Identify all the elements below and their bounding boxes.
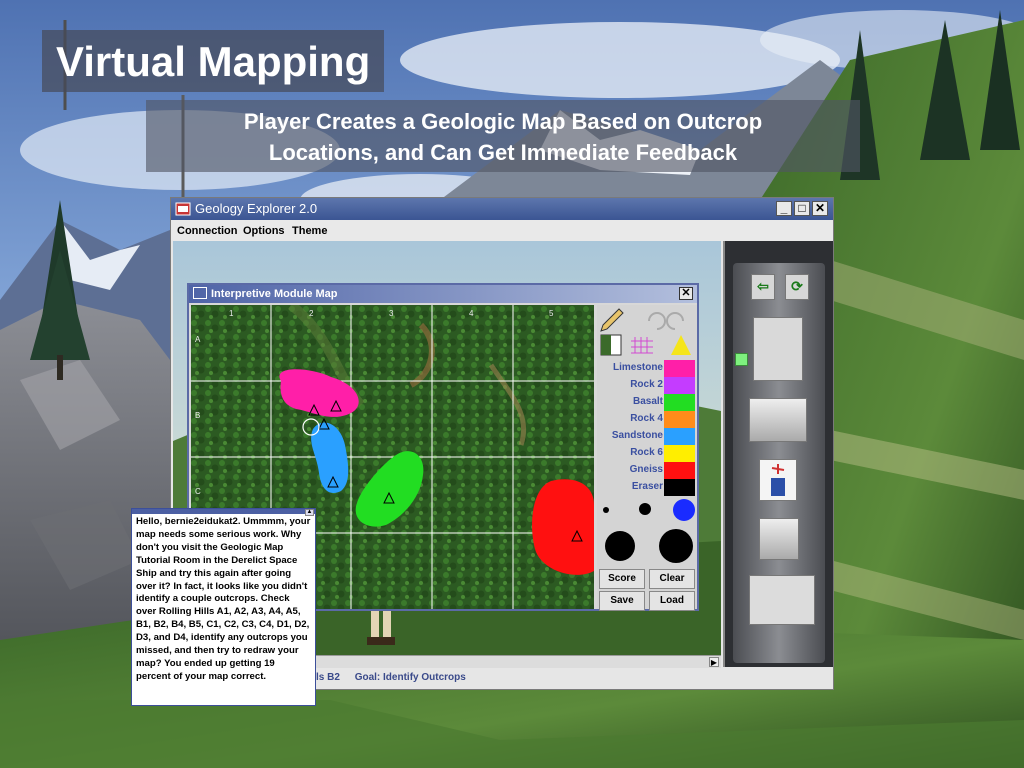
rock-palette: Limestone Rock 2 Basalt Rock 4 Sandstone Rock… xyxy=(597,305,697,611)
legend-label: Rock 6 xyxy=(630,447,663,458)
legend-swatch[interactable] xyxy=(664,360,695,377)
minimize-button[interactable]: _ xyxy=(776,201,792,216)
tool-panel: ⇦ ⟳ xyxy=(723,241,833,667)
window-title: Geology Explorer 2.0 xyxy=(195,201,318,216)
menu-theme[interactable]: Theme xyxy=(292,225,327,237)
subtitle-line-1: Player Creates a Geologic Map Based on O… xyxy=(243,109,763,134)
menu-options[interactable]: Options xyxy=(243,225,285,237)
menu-bar: Connection Options Theme xyxy=(171,220,833,241)
feedback-message: Hello, bernie2eidukat2. Ummmm, your map … xyxy=(136,516,311,682)
col-label-2: 2 xyxy=(309,309,314,318)
maximize-button[interactable]: □ xyxy=(794,201,810,216)
subtitle-line-2: Locations, and Can Get Immediate Feedbac… xyxy=(268,140,738,165)
legend-item-basalt[interactable]: Basalt xyxy=(597,394,697,411)
inventory-slot-4[interactable] xyxy=(749,575,815,625)
row-label-a: A xyxy=(195,335,201,344)
legend-swatch[interactable] xyxy=(664,462,695,479)
col-label-5: 5 xyxy=(549,309,554,318)
legend-label: Rock 4 xyxy=(630,413,663,424)
redo-icon[interactable] xyxy=(666,312,684,330)
scroll-right-arrow-icon[interactable]: ▶ xyxy=(709,657,719,667)
close-button[interactable]: ✕ xyxy=(812,201,828,216)
refresh-icon[interactable]: ⟳ xyxy=(785,274,809,300)
status-location: ls B2 xyxy=(316,672,340,683)
legend-item-limestone[interactable]: Limestone xyxy=(597,360,697,377)
status-goal: Goal: Identify Outcrops xyxy=(354,672,466,683)
legend-item-rock-6[interactable]: Rock 6 xyxy=(597,445,697,462)
brush-size-small[interactable] xyxy=(603,507,609,513)
brush-size-medium[interactable] xyxy=(639,503,651,515)
clear-button[interactable]: Clear xyxy=(649,569,695,589)
slide-title: Virtual Mapping xyxy=(42,30,385,92)
inventory-slot-1[interactable] xyxy=(753,317,803,381)
legend-swatch[interactable] xyxy=(664,428,695,445)
status-bar: ls B2 Goal: Identify Outcrops xyxy=(316,672,478,683)
instrument-icon[interactable] xyxy=(759,459,797,501)
legend-swatch[interactable] xyxy=(664,377,695,394)
hatch-pattern-icon[interactable] xyxy=(600,334,622,356)
map-window-icon xyxy=(193,287,207,299)
legend-item-eraser[interactable]: Eraser xyxy=(597,479,697,496)
row-label-b: B xyxy=(195,411,201,420)
load-button[interactable]: Load xyxy=(649,591,695,611)
legend-item-gneiss[interactable]: Gneiss xyxy=(597,462,697,479)
inventory-slot-2[interactable] xyxy=(749,398,807,442)
grid-pattern-icon[interactable] xyxy=(631,337,653,354)
save-button[interactable]: Save xyxy=(599,591,645,611)
chat-titlebar xyxy=(132,509,315,514)
palette-tools xyxy=(600,308,691,356)
col-label-1: 1 xyxy=(229,309,234,318)
map-close-button[interactable]: ✕ xyxy=(679,287,693,300)
brush-size-xxl[interactable] xyxy=(659,529,693,563)
menu-connection[interactable]: Connection xyxy=(177,225,238,237)
legend-label: Gneiss xyxy=(629,464,663,475)
legend-label: Basalt xyxy=(632,396,663,407)
window-titlebar[interactable]: Geology Explorer 2.0 _ □ ✕ xyxy=(171,198,833,220)
instrument-glyph-icon xyxy=(771,464,785,496)
feedback-chat-panel: ▲ Hello, bernie2eidukat2. Ummmm, your ma… xyxy=(131,508,316,706)
brush-size-xl[interactable] xyxy=(605,531,635,561)
exit-icon[interactable]: ⇦ xyxy=(751,274,775,300)
brush-size-large-selected[interactable] xyxy=(673,499,695,521)
map-window-title: Interpretive Module Map xyxy=(211,288,338,300)
score-button[interactable]: Score xyxy=(599,569,645,589)
legend-item-rock-2[interactable]: Rock 2 xyxy=(597,377,697,394)
legend-item-sandstone[interactable]: Sandstone xyxy=(597,428,697,445)
col-label-3: 3 xyxy=(389,309,394,318)
status-indicator xyxy=(735,353,748,366)
legend-swatch[interactable] xyxy=(664,445,695,462)
pencil-icon[interactable] xyxy=(600,308,624,332)
legend-swatch[interactable] xyxy=(664,411,695,428)
row-label-c: C xyxy=(195,487,201,496)
legend-label: Eraser xyxy=(631,481,663,492)
legend-swatch[interactable] xyxy=(664,479,695,496)
chat-scroll-icon[interactable]: ▲ xyxy=(305,509,314,516)
map-titlebar[interactable]: Interpretive Module Map ✕ xyxy=(189,285,697,303)
undo-icon[interactable] xyxy=(648,312,666,330)
app-icon xyxy=(175,202,191,216)
inventory-slot-3[interactable] xyxy=(759,518,799,560)
legend-item-rock-4[interactable]: Rock 4 xyxy=(597,411,697,428)
legend-label: Sandstone xyxy=(611,430,663,441)
col-label-4: 4 xyxy=(469,309,474,318)
legend-swatch[interactable] xyxy=(664,394,695,411)
slide-subtitle: Player Creates a Geologic Map Based on O… xyxy=(146,100,860,172)
outcrop-triangle-icon[interactable] xyxy=(671,335,691,355)
legend-label: Limestone xyxy=(612,362,663,373)
legend-label: Rock 2 xyxy=(630,379,663,390)
